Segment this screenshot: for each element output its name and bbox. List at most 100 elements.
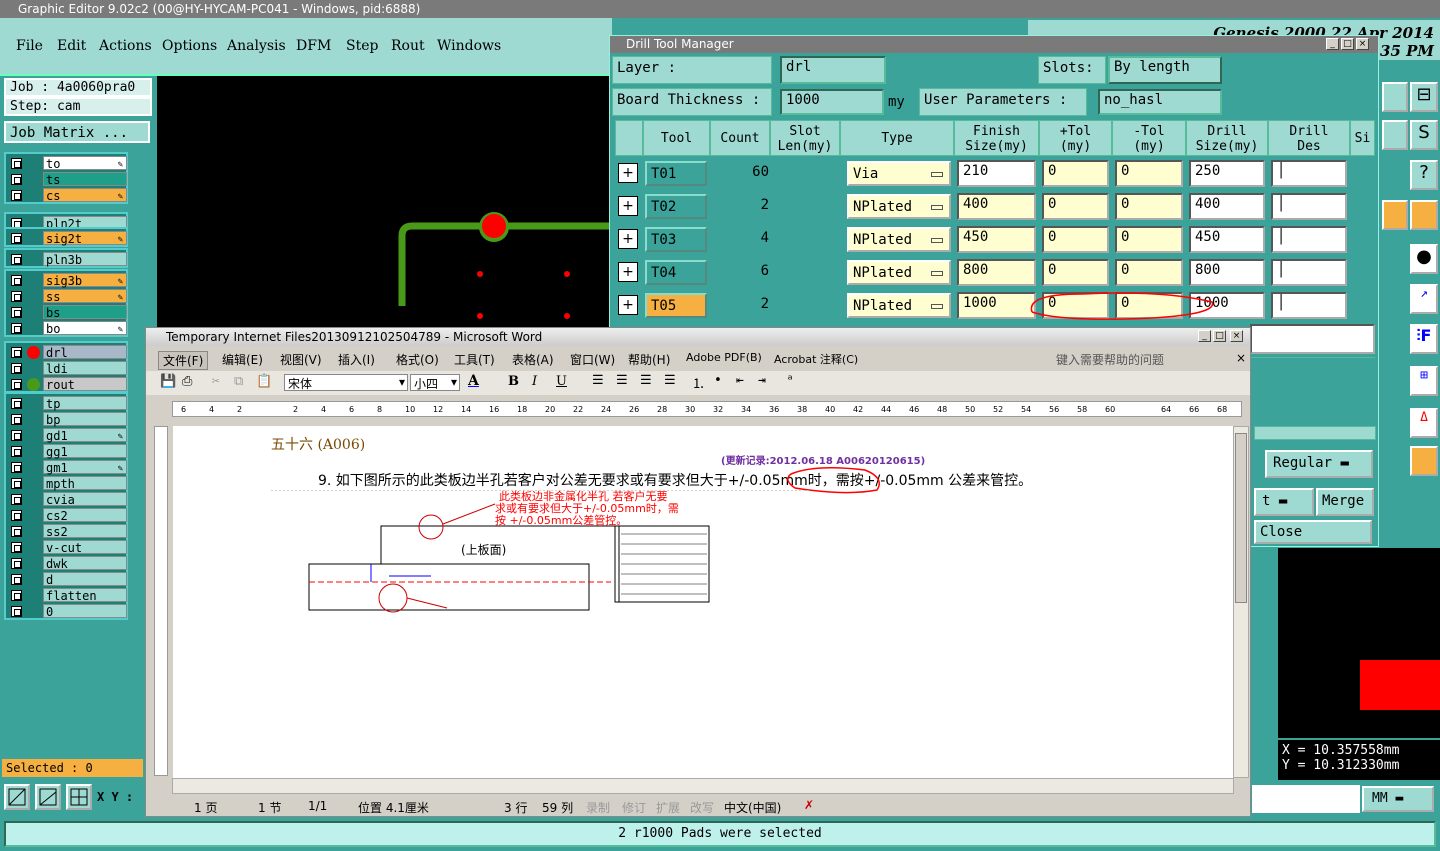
- word-minimize-button[interactable]: _: [1198, 330, 1211, 342]
- bullets-icon[interactable]: •: [714, 373, 722, 388]
- bold-icon[interactable]: B: [508, 374, 519, 389]
- align-right-icon[interactable]: ☰: [640, 373, 652, 388]
- layer-checkbox[interactable]: [11, 379, 22, 390]
- word-menu-window[interactable]: 窗口(W): [570, 351, 615, 368]
- layer-checkbox[interactable]: [11, 558, 22, 569]
- layer-name[interactable]: mpth: [43, 476, 127, 491]
- menu-options[interactable]: Options: [162, 38, 217, 54]
- tool-button[interactable]: T04: [645, 260, 707, 285]
- layer-row-pln3b[interactable]: pln3b: [9, 252, 127, 267]
- drill-size-field[interactable]: 800: [1189, 259, 1265, 286]
- expand-icon[interactable]: +: [618, 163, 638, 183]
- status-record[interactable]: 录制: [586, 799, 610, 816]
- layer-checkbox[interactable]: [11, 190, 22, 201]
- status-extend[interactable]: 扩展: [656, 799, 680, 816]
- drill-des-field[interactable]: │: [1271, 292, 1347, 319]
- layer-name[interactable]: to ✎: [43, 156, 127, 171]
- underline-icon[interactable]: U: [556, 374, 567, 389]
- layer-checkbox[interactable]: [11, 526, 22, 537]
- spelling-icon[interactable]: ✗: [804, 798, 814, 812]
- layer-checkbox[interactable]: [11, 542, 22, 553]
- user-params-field[interactable]: no_hasl: [1098, 89, 1222, 115]
- layer-row-cs2[interactable]: cs2: [9, 508, 127, 523]
- align-left-icon[interactable]: ☰: [592, 373, 604, 388]
- drill-des-field[interactable]: │: [1271, 259, 1347, 286]
- italic-icon[interactable]: I: [532, 374, 537, 389]
- layer-name[interactable]: bp: [43, 412, 127, 427]
- save-icon[interactable]: 💾: [160, 374, 176, 389]
- layer-row-ss2[interactable]: ss2: [9, 524, 127, 539]
- layer-name[interactable]: sig2t ✎: [43, 231, 127, 246]
- cut-icon[interactable]: ✂: [212, 374, 220, 389]
- layer-checkbox[interactable]: [11, 414, 22, 425]
- graphic-canvas[interactable]: [157, 76, 609, 328]
- layer-row-sig2t[interactable]: sig2t ✎: [9, 231, 127, 246]
- layer-name[interactable]: cs2: [43, 508, 127, 523]
- layer-row-to[interactable]: to ✎: [9, 156, 127, 171]
- layer-name[interactable]: bs: [43, 305, 127, 320]
- print-icon[interactable]: ⎙: [182, 374, 192, 389]
- layer-checkbox[interactable]: [11, 398, 22, 409]
- route-icon[interactable]: [1410, 446, 1438, 476]
- layer-name[interactable]: ts: [43, 172, 127, 187]
- move-icon[interactable]: ↗: [1410, 284, 1438, 314]
- units-dropdown[interactable]: MM ▬: [1362, 786, 1434, 812]
- tool-button[interactable]: T03: [645, 227, 707, 252]
- layer-row-d[interactable]: d: [9, 572, 127, 587]
- layer-name[interactable]: drl: [43, 345, 127, 360]
- minus-tol-field[interactable]: 0: [1115, 193, 1183, 220]
- merge-button[interactable]: Merge: [1316, 488, 1374, 516]
- layer-name[interactable]: tp: [43, 396, 127, 411]
- layer-name[interactable]: pln3b: [43, 252, 127, 267]
- layer-color-dot[interactable]: [27, 378, 40, 391]
- layer-row-bo[interactable]: bo ✎: [9, 321, 127, 336]
- tool-row[interactable]: + T02 2 NPlated 400 0 0 400 │: [615, 191, 1375, 222]
- type-dropdown[interactable]: NPlated: [847, 260, 951, 285]
- zoom-icon[interactable]: [4, 784, 30, 810]
- regular-dropdown[interactable]: Regular ▬: [1265, 450, 1373, 478]
- tool-row[interactable]: + T04 6 NPlated 800 0 0 800 │: [615, 257, 1375, 288]
- plus-tol-field[interactable]: 0: [1042, 259, 1109, 286]
- pad-icon[interactable]: ●: [1410, 244, 1438, 274]
- layer-checkbox[interactable]: [11, 291, 22, 302]
- layer-name[interactable]: dwk: [43, 556, 127, 571]
- layer-name[interactable]: sig3b ✎: [43, 273, 127, 288]
- justify-icon[interactable]: ☰: [664, 373, 676, 388]
- menu-actions[interactable]: Actions: [99, 38, 152, 54]
- layer-checkbox[interactable]: [11, 307, 22, 318]
- plus-tol-field[interactable]: 0: [1042, 193, 1109, 220]
- expand-icon[interactable]: +: [618, 262, 638, 282]
- layer-row-bs[interactable]: bs: [9, 305, 127, 320]
- drill-icon[interactable]: [1382, 200, 1408, 230]
- layer-row-cvia[interactable]: cvia: [9, 492, 127, 507]
- layer-checkbox[interactable]: [11, 446, 22, 457]
- drill-des-field[interactable]: │: [1271, 226, 1347, 253]
- layer-row-v-cut[interactable]: v-cut: [9, 540, 127, 555]
- word-menu-insert[interactable]: 插入(I): [338, 351, 375, 368]
- layer-row-ts[interactable]: ts: [9, 172, 127, 187]
- vertical-scrollbar[interactable]: [1233, 426, 1249, 778]
- menu-file[interactable]: File: [16, 38, 43, 54]
- expand-icon[interactable]: +: [618, 295, 638, 315]
- layer-name[interactable]: ss2: [43, 524, 127, 539]
- layer-field[interactable]: drl: [780, 56, 886, 84]
- layer-checkbox[interactable]: [11, 174, 22, 185]
- copy-icon[interactable]: ⧉: [234, 374, 243, 389]
- word-menu-format[interactable]: 格式(O): [396, 351, 439, 368]
- minus-tol-field[interactable]: 0: [1115, 160, 1183, 187]
- layer-name[interactable]: rout: [43, 377, 127, 392]
- drill-size-field[interactable]: 400: [1189, 193, 1265, 220]
- layer-checkbox[interactable]: [11, 494, 22, 505]
- layer-checkbox[interactable]: [11, 323, 22, 334]
- minus-tol-field[interactable]: 0: [1115, 226, 1183, 253]
- word-menu-table[interactable]: 表格(A): [512, 351, 554, 368]
- minus-tol-field[interactable]: 0: [1115, 259, 1183, 286]
- paste-icon[interactable]: 📋: [256, 374, 272, 389]
- horizontal-ruler[interactable]: 6 4 2 2 4 6 8 10 12 14 16 18 20 22 24 26 28 30 32 34 36 38 40 4…: [172, 401, 1242, 417]
- tool-row[interactable]: + T05 2 NPlated 1000 0 0 1000 │: [615, 290, 1375, 321]
- group-icon[interactable]: ⊞: [1410, 366, 1438, 396]
- phonetic-icon[interactable]: ᵃ: [786, 373, 794, 388]
- drill-size-field[interactable]: 250: [1189, 160, 1265, 187]
- split-icon[interactable]: ⫶F: [1410, 324, 1438, 354]
- drill-des-field[interactable]: │: [1271, 160, 1347, 187]
